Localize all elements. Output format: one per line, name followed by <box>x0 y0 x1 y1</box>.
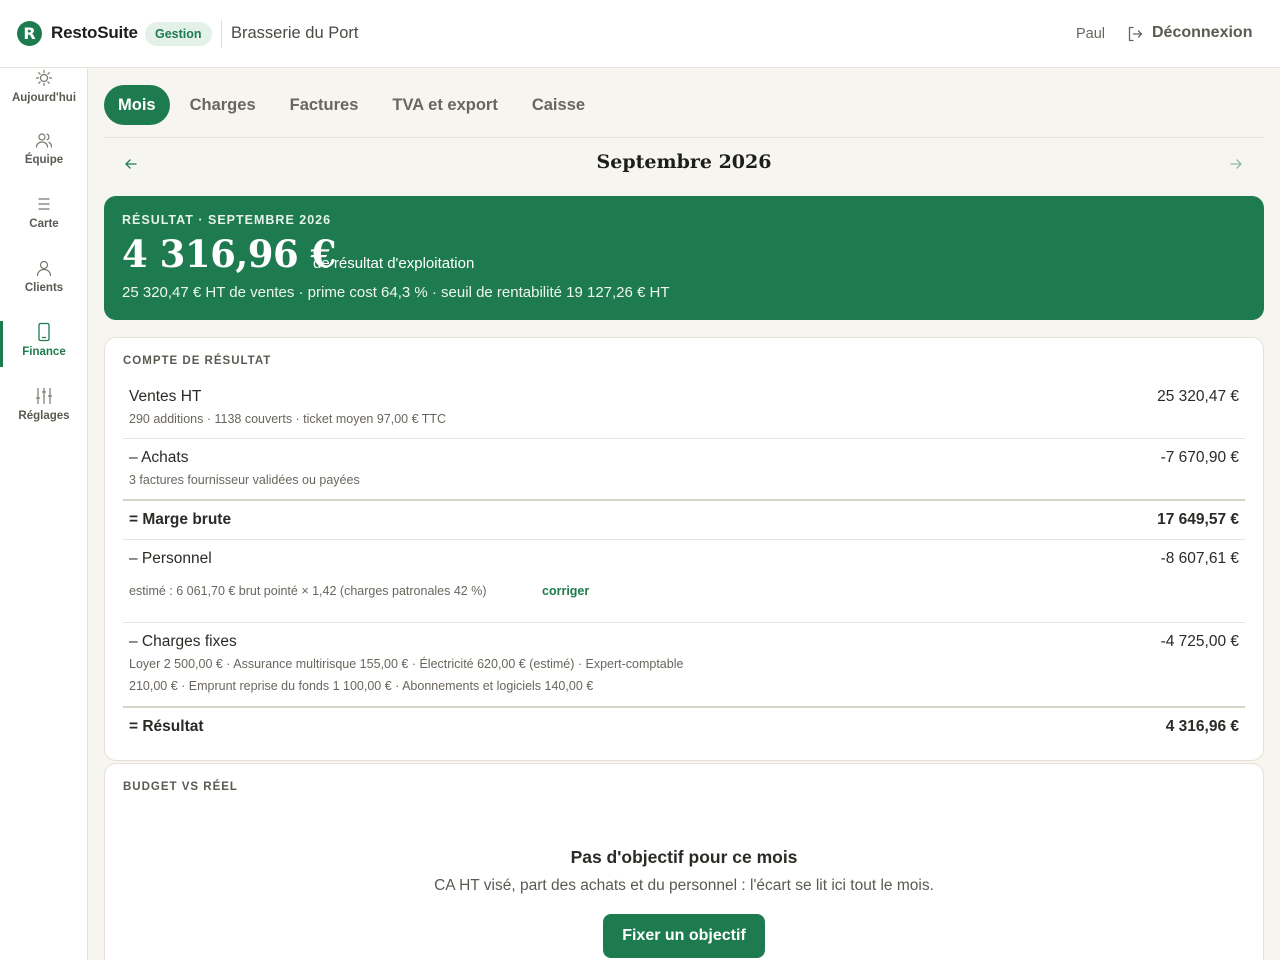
sidebar-item-label: Équipe <box>24 154 64 166</box>
sidebar-item-label: Finance <box>22 346 66 358</box>
sidebar-item-today[interactable]: Aujourd'hui <box>0 68 88 128</box>
logout-button[interactable]: Déconnexion <box>1152 24 1252 42</box>
staff-note: estimé : 6 061,70 € brut pointé × 1,42 (… <box>129 584 487 598</box>
empty-state-title: Pas d'objectif pour ce mois <box>570 847 798 867</box>
staff-label: – Personnel <box>129 550 212 567</box>
sidebar-item-finance[interactable]: Finance <box>0 322 88 382</box>
card-title: BUDGET VS RÉEL <box>123 781 238 793</box>
finance-tabs: Mois Charges Factures TVA et export Cais… <box>104 85 605 125</box>
arrow-left-icon[interactable] <box>122 155 140 173</box>
summary-eyebrow: RÉSULTAT · SEPTEMBRE 2026 <box>122 213 332 227</box>
purchases-value: -7 670,90 € <box>1160 449 1239 466</box>
module-badge: Gestion <box>145 22 212 46</box>
fixed-costs-value: -4 725,00 € <box>1160 633 1239 650</box>
month-title: Septembre 2026 <box>596 151 772 173</box>
sidebar-item-label: Carte <box>29 218 59 230</box>
menu-list-icon <box>38 198 50 210</box>
row-divider <box>123 438 1245 439</box>
gross-margin-value: 17 649,57 € <box>1157 511 1239 528</box>
tabs-divider <box>104 137 1264 138</box>
budget-card: BUDGET VS RÉEL Pas d'objectif pour ce mo… <box>104 763 1264 960</box>
phone-icon <box>38 322 50 342</box>
result-summary-card: RÉSULTAT · SEPTEMBRE 2026 4 316,96 € de … <box>104 196 1264 320</box>
sidebar-item-label: Aujourd'hui <box>11 92 77 104</box>
subtotal-divider <box>123 499 1245 501</box>
sidebar-item-team[interactable]: Équipe <box>0 130 88 190</box>
arrow-right-icon[interactable] <box>1227 155 1245 173</box>
app-name[interactable]: RestoSuite <box>51 23 138 43</box>
sales-label: Ventes HT <box>129 388 202 405</box>
result-label: = Résultat <box>129 718 204 735</box>
result-value: 4 316,96 € <box>1165 718 1239 735</box>
restaurant-name: Brasserie du Port <box>231 24 359 42</box>
user-name: Paul <box>1076 26 1106 42</box>
top-bar: R RestoSuite Gestion Brasserie du Port P… <box>0 0 1280 68</box>
sidebar: Aujourd'hui Équipe Carte Clients Finance… <box>0 68 88 960</box>
total-divider <box>123 706 1245 708</box>
summary-caption: de résultat d'exploitation <box>313 255 475 272</box>
app-logo[interactable]: R <box>17 21 42 46</box>
row-divider <box>123 539 1245 540</box>
person-icon <box>36 260 52 277</box>
row-divider <box>123 622 1245 623</box>
sun-icon <box>35 69 53 87</box>
income-statement-card: COMPTE DE RÉSULTAT Ventes HT 25 320,47 €… <box>104 337 1264 761</box>
tab-vat-export[interactable]: TVA et export <box>378 85 511 125</box>
fixed-costs-note-line2: 210,00 € · Emprunt reprise du fonds 1 10… <box>129 679 594 693</box>
sidebar-item-label: Réglages <box>18 410 70 422</box>
tab-month[interactable]: Mois <box>104 85 170 125</box>
purchases-note: 3 factures fournisseur validées ou payée… <box>129 473 360 487</box>
tab-register[interactable]: Caisse <box>518 85 599 125</box>
summary-details: 25 320,47 € HT de ventes · prime cost 64… <box>122 284 670 301</box>
sales-value: 25 320,47 € <box>1157 388 1239 405</box>
purchases-label: – Achats <box>129 449 189 466</box>
sidebar-item-menu[interactable]: Carte <box>0 194 88 254</box>
header-divider <box>221 20 222 48</box>
sidebar-item-clients[interactable]: Clients <box>0 258 88 318</box>
tab-invoices[interactable]: Factures <box>276 85 373 125</box>
summary-amount: 4 316,96 € <box>122 232 336 276</box>
correct-staff-link[interactable]: corriger <box>542 584 589 598</box>
sales-note: 290 additions · 1138 couverts · ticket m… <box>129 412 447 426</box>
card-title: COMPTE DE RÉSULTAT <box>123 355 272 367</box>
sidebar-item-settings[interactable]: Réglages <box>0 386 88 446</box>
fixed-costs-label: – Charges fixes <box>129 633 237 650</box>
sliders-icon <box>35 387 53 405</box>
fixed-costs-note-line1: Loyer 2 500,00 € · Assurance multirisque… <box>129 657 684 671</box>
tab-charges[interactable]: Charges <box>176 85 270 125</box>
logout-icon[interactable] <box>1126 25 1144 43</box>
empty-state-text: CA HT visé, part des achats et du person… <box>434 877 934 894</box>
staff-value: -8 607,61 € <box>1160 550 1239 567</box>
set-target-button[interactable]: Fixer un objectif <box>603 914 765 958</box>
sidebar-item-label: Clients <box>24 282 64 294</box>
gross-margin-label: = Marge brute <box>129 511 232 528</box>
team-icon <box>35 133 53 148</box>
